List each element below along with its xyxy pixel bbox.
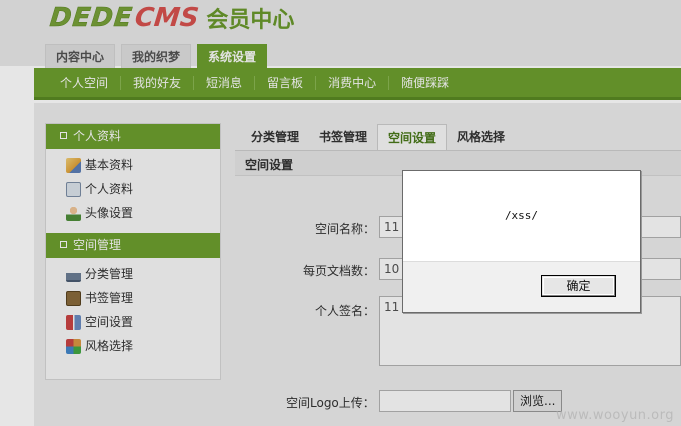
alert-dialog: /xss/ 确定: [402, 170, 641, 313]
tools-icon: [66, 314, 81, 330]
category-icon: [66, 266, 81, 282]
dialog-message: /xss/: [504, 209, 539, 222]
top-tab-content-center[interactable]: 内容中心: [45, 44, 116, 68]
id-card-icon: [66, 181, 81, 197]
section-title: 空间设置: [245, 158, 294, 172]
collapse-icon: [60, 241, 67, 248]
subnav: 个人空间 我的好友 短消息 留言板 消费中心 随便踩踩: [34, 68, 681, 100]
sidebar-group-profile[interactable]: 个人资料: [46, 124, 220, 149]
bookmark-icon: [66, 290, 81, 306]
subnav-friends[interactable]: 我的好友: [121, 75, 195, 90]
dialog-body: /xss/: [403, 171, 640, 261]
palette-icon: [66, 338, 81, 354]
user-icon: [66, 205, 81, 221]
sidebar-item-label: 分类管理: [85, 267, 134, 281]
sidebar-item-avatar[interactable]: 头像设置: [66, 201, 220, 225]
sidebar-group-space[interactable]: 空间管理: [46, 233, 220, 258]
logo-upload-label: 空间Logo上传：: [286, 396, 375, 410]
subnav-consumption[interactable]: 消费中心: [316, 75, 390, 90]
sidebar-item-label: 基本资料: [85, 158, 134, 172]
watermark: www.wooyun.org: [556, 408, 675, 423]
top-tab-my-dream[interactable]: 我的织梦: [121, 44, 192, 68]
space-name-label: 空间名称：: [315, 222, 376, 236]
sidebar-item-personal-info[interactable]: 个人资料: [66, 177, 220, 201]
header: DEDE CMS 会员中心 内容中心 我的织梦 系统设置: [0, 0, 681, 68]
logo-dede: DEDE: [48, 3, 135, 34]
tab-space-settings[interactable]: 空间设置: [377, 124, 448, 150]
subnav-personal-space[interactable]: 个人空间: [48, 75, 122, 90]
tab-style[interactable]: 风格选择: [447, 124, 515, 150]
top-tabs: 内容中心 我的织梦 系统设置: [45, 44, 268, 68]
sidebar-item-label: 头像设置: [85, 206, 134, 220]
sidebar-item-label: 个人资料: [85, 182, 134, 196]
sidebar: 个人资料 基本资料 个人资料 头像设置 空间管理 分类管理 书签管理 空间设置 …: [45, 123, 221, 380]
sidebar-group-label: 空间管理: [73, 238, 122, 252]
sidebar-item-label: 空间设置: [85, 315, 134, 329]
logo-file-input[interactable]: [379, 390, 511, 412]
edit-icon: [66, 157, 81, 173]
sidebar-item-label: 风格选择: [85, 339, 134, 353]
logo: DEDE CMS 会员中心: [48, 3, 295, 34]
sidebar-group-label: 个人资料: [73, 129, 122, 143]
logo-subtitle: 会员中心: [206, 8, 295, 33]
ok-button[interactable]: 确定: [541, 275, 616, 297]
collapse-icon: [60, 132, 67, 139]
sidebar-item-label: 书签管理: [85, 291, 134, 305]
subnav-messages[interactable]: 短消息: [194, 75, 256, 90]
tab-bookmark[interactable]: 书签管理: [309, 124, 377, 150]
sidebar-item-bookmark[interactable]: 书签管理: [66, 286, 220, 310]
logo-cms: CMS: [133, 3, 200, 33]
subnav-guestbook[interactable]: 留言板: [255, 75, 317, 90]
signature-label: 个人签名：: [315, 304, 376, 318]
top-tab-system-settings[interactable]: 系统设置: [197, 44, 268, 68]
sidebar-item-style[interactable]: 风格选择: [66, 334, 220, 358]
sidebar-item-basic-info[interactable]: 基本资料: [66, 153, 220, 177]
dialog-footer: 确定: [403, 261, 640, 312]
subnav-footprints[interactable]: 随便踩踩: [389, 76, 461, 90]
sidebar-item-space-settings[interactable]: 空间设置: [66, 310, 220, 334]
sidebar-item-category[interactable]: 分类管理: [66, 262, 220, 286]
tab-category[interactable]: 分类管理: [241, 124, 309, 150]
per-page-label: 每页文档数：: [303, 264, 376, 278]
main-tabs: 分类管理 书签管理 空间设置 风格选择: [241, 124, 515, 150]
